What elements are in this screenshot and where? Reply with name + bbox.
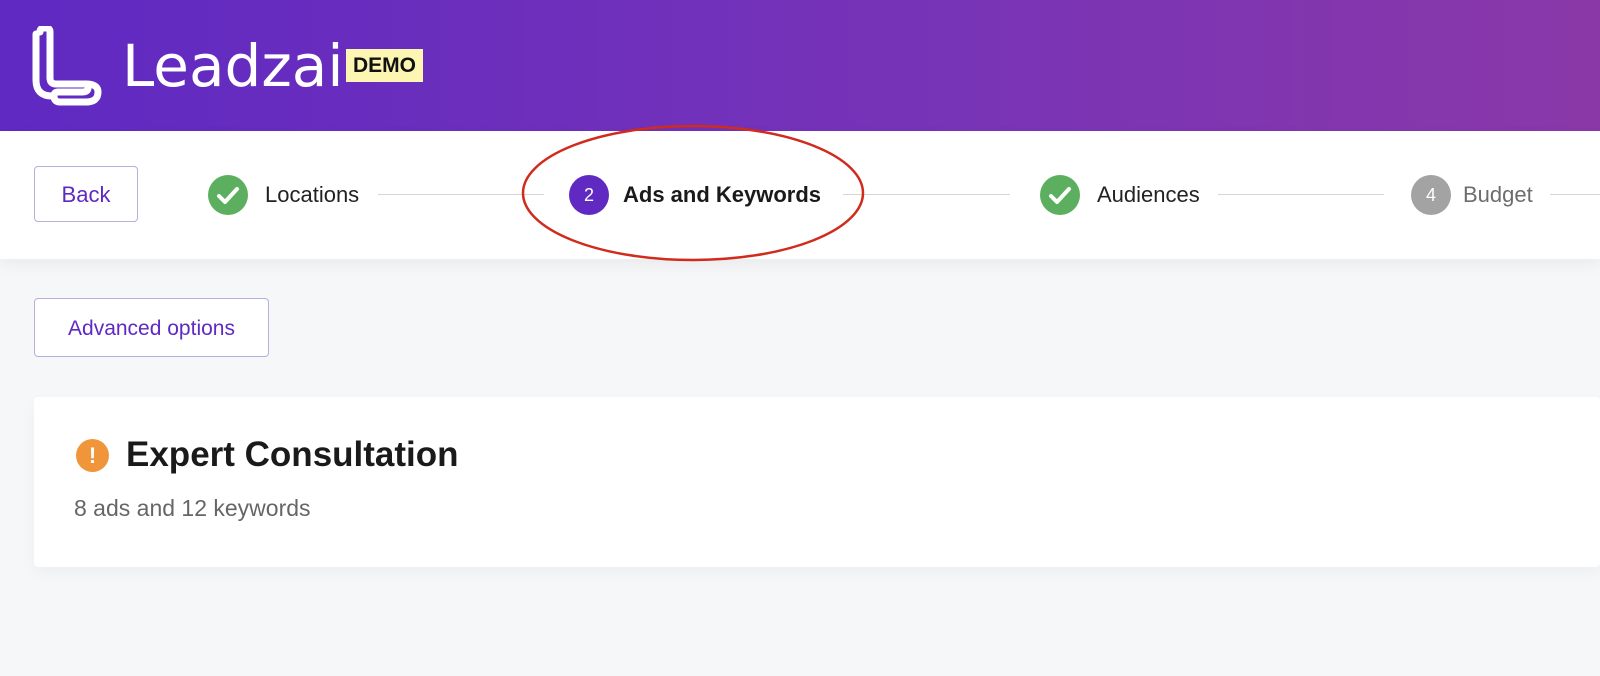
- step-connector: [1218, 194, 1384, 195]
- ad-group-title[interactable]: Expert Consultation: [126, 434, 459, 476]
- demo-badge: DEMO: [346, 49, 423, 82]
- step-budget-label[interactable]: Budget: [1463, 181, 1533, 209]
- annotation-circle: [521, 124, 865, 262]
- step-audiences-check-icon[interactable]: [1040, 175, 1080, 215]
- leadzai-logo-icon: [32, 26, 102, 106]
- warning-icon: !: [76, 439, 109, 472]
- advanced-options-button[interactable]: Advanced options: [34, 298, 269, 357]
- brand-name: Leadzai: [122, 32, 344, 100]
- step-locations-label[interactable]: Locations: [265, 181, 359, 209]
- step-budget-number[interactable]: 4: [1411, 175, 1451, 215]
- step-locations-check-icon[interactable]: [208, 175, 248, 215]
- ad-group-summary: 8 ads and 12 keywords: [74, 495, 311, 521]
- app-header: Leadzai DEMO: [0, 0, 1600, 131]
- ad-group-card[interactable]: ! Expert Consultation 8 ads and 12 keywo…: [34, 397, 1600, 567]
- back-button[interactable]: Back: [34, 166, 138, 222]
- step-connector: [1550, 194, 1600, 195]
- step-connector: [843, 194, 1010, 195]
- step-audiences-label[interactable]: Audiences: [1097, 181, 1200, 209]
